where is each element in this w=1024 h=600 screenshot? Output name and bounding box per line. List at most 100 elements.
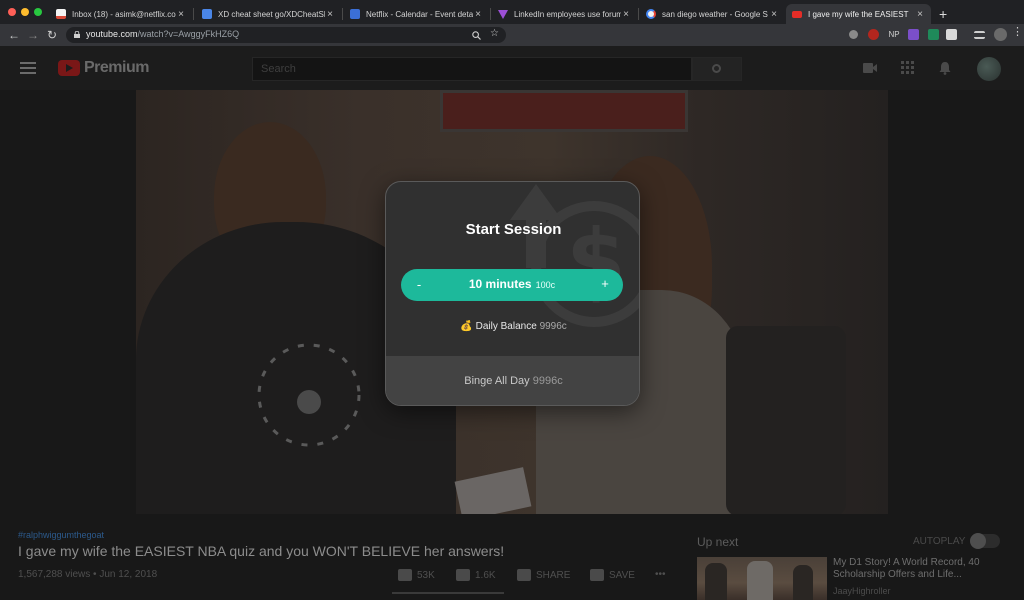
extension-circle-icon[interactable] — [849, 30, 858, 39]
daily-balance-label: Daily Balance — [475, 321, 537, 332]
search-button[interactable] — [692, 57, 742, 81]
binge-all-day-button[interactable]: Binge All Day 9996c — [386, 356, 639, 405]
tab-gmail[interactable]: Inbox (18) - asimk@netflix.com × — [50, 4, 192, 24]
window-zoom-dot[interactable] — [34, 8, 42, 16]
session-duration-stepper: - 10 minutes 100c + — [401, 269, 623, 301]
youtube-brand[interactable]: Premium — [84, 59, 149, 77]
autoplay-label: AUTOPLAY — [913, 536, 966, 547]
video-title: I gave my wife the EASIEST NBA quiz and … — [18, 543, 505, 559]
reload-button[interactable]: ↻ — [45, 27, 59, 43]
like-button[interactable]: 53K — [398, 569, 435, 581]
bookmark-star-icon[interactable]: ☆ — [490, 28, 499, 39]
tab-title: Inbox (18) - asimk@netflix.com — [72, 9, 176, 19]
start-session-modal: $ Start Session - 10 minutes 100c + 💰 Dail… — [385, 181, 640, 406]
tab-title: LinkedIn employees use forum — [514, 9, 621, 19]
save-button[interactable]: SAVE — [590, 569, 635, 581]
dislike-count: 1.6K — [475, 569, 496, 581]
tab-google-search[interactable]: san diego weather - Google S × — [640, 4, 785, 24]
tab-divider — [490, 8, 491, 20]
recommendation-thumbnail[interactable] — [697, 557, 827, 600]
tab-close-icon[interactable]: × — [176, 9, 186, 20]
youtube-logo-icon[interactable] — [58, 60, 80, 76]
tab-divider — [342, 8, 343, 20]
tab-close-icon[interactable]: × — [473, 9, 483, 20]
recommendation-channel[interactable]: JaayHighroller — [833, 586, 891, 596]
search-icon — [712, 64, 721, 73]
extension-red-icon[interactable] — [868, 29, 879, 40]
extension-green-icon[interactable] — [928, 29, 939, 40]
tab-close-icon[interactable]: × — [915, 9, 925, 20]
profile-avatar-icon[interactable] — [994, 28, 1007, 41]
back-button[interactable]: ← — [7, 27, 21, 43]
thumbs-up-icon — [398, 569, 412, 581]
new-tab-button[interactable]: + — [939, 6, 947, 22]
save-playlist-icon — [590, 569, 604, 581]
calendar-icon — [350, 9, 360, 19]
modal-title: Start Session — [465, 221, 562, 238]
tab-linkedin-forum[interactable]: LinkedIn employees use forum × — [492, 4, 637, 24]
search-input[interactable]: Search — [252, 57, 692, 81]
paper-figure — [454, 467, 532, 514]
zoom-icon[interactable] — [472, 31, 481, 40]
browser-chrome: Inbox (18) - asimk@netflix.com × XD chea… — [0, 0, 1024, 46]
share-button[interactable]: SHARE — [517, 569, 570, 581]
tab-title: san diego weather - Google S — [662, 9, 768, 19]
recommendation-title[interactable]: My D1 Story! A World Record, 40 Scholars… — [833, 557, 1013, 581]
google-icon — [646, 9, 656, 19]
extension-purple-icon[interactable] — [908, 29, 919, 40]
session-duration-value: 10 minutes 100c — [401, 277, 623, 291]
daily-balance-value: 9996c — [539, 321, 567, 332]
hamburger-menu-icon[interactable] — [20, 62, 36, 74]
dislike-button[interactable]: 1.6K — [456, 569, 496, 581]
money-bag-icon: 💰 — [460, 321, 473, 332]
window-minimize-dot[interactable] — [21, 8, 29, 16]
account-avatar[interactable] — [977, 57, 1001, 81]
increase-duration-button[interactable]: + — [599, 276, 611, 291]
tab-title: Netflix - Calendar - Event deta — [366, 9, 473, 19]
extension-puzzle-icon[interactable] — [946, 29, 957, 40]
tab-close-icon[interactable]: × — [621, 9, 631, 20]
extension-np-icon[interactable]: NP — [887, 29, 901, 40]
tab-title: I gave my wife the EASIEST — [808, 9, 909, 19]
more-dots-icon: ••• — [655, 569, 666, 580]
binge-cost: 9996c — [532, 375, 563, 387]
tab-calendar[interactable]: Netflix - Calendar - Event deta × — [344, 4, 489, 24]
tab-divider — [193, 8, 194, 20]
apps-grid-icon[interactable] — [900, 61, 916, 75]
share-arrow-icon — [517, 569, 531, 581]
lock-icon — [74, 31, 80, 38]
menu-kebab-icon[interactable]: ⋮ — [1012, 27, 1023, 38]
forward-button[interactable]: → — [26, 27, 40, 43]
wall-frame-decoration — [440, 90, 688, 132]
youtube-icon — [792, 10, 802, 18]
address-bar[interactable]: youtube.com/watch?v=AwggyFkHZ6Q ☆ — [66, 27, 506, 43]
tab-xd-cheat-sheet[interactable]: XD cheat sheet go/XDCheatSh × — [196, 4, 341, 24]
duration-text: 10 minutes — [468, 277, 532, 291]
hoodie-logo-icon — [257, 343, 361, 447]
save-label: SAVE — [609, 569, 635, 581]
dollar-arrow-watermark-icon: $ — [510, 184, 639, 327]
search-placeholder: Search — [261, 63, 296, 75]
up-next-heading: Up next — [697, 535, 739, 549]
tab-close-icon[interactable]: × — [769, 9, 779, 20]
tab-youtube-active[interactable]: I gave my wife the EASIEST × — [786, 4, 931, 24]
binge-all-day-label: Binge All Day 9996c — [386, 375, 639, 387]
create-video-icon[interactable] — [862, 61, 878, 75]
gmail-icon — [56, 9, 66, 19]
triangle-logo-icon — [498, 9, 508, 19]
thumbs-down-icon — [456, 569, 470, 581]
tab-close-icon[interactable]: × — [325, 9, 335, 20]
notifications-bell-icon[interactable] — [937, 61, 953, 75]
autoplay-toggle[interactable] — [970, 533, 1000, 549]
daily-balance-row: 💰 Daily Balance 9996c — [386, 321, 639, 332]
video-hashtag-link[interactable]: #ralphwiggumthegoat — [18, 530, 104, 540]
like-ratio-bar — [392, 592, 504, 594]
window-close-dot[interactable] — [8, 8, 16, 16]
media-queue-icon[interactable] — [974, 31, 985, 39]
url-path: /watch?v=AwggyFkHZ6Q — [137, 29, 240, 39]
share-label: SHARE — [536, 569, 571, 581]
docs-icon — [202, 9, 212, 19]
more-actions-button[interactable]: ••• — [655, 569, 666, 580]
tab-divider — [638, 8, 639, 20]
url-text: youtube.com/watch?v=AwggyFkHZ6Q — [86, 29, 239, 39]
